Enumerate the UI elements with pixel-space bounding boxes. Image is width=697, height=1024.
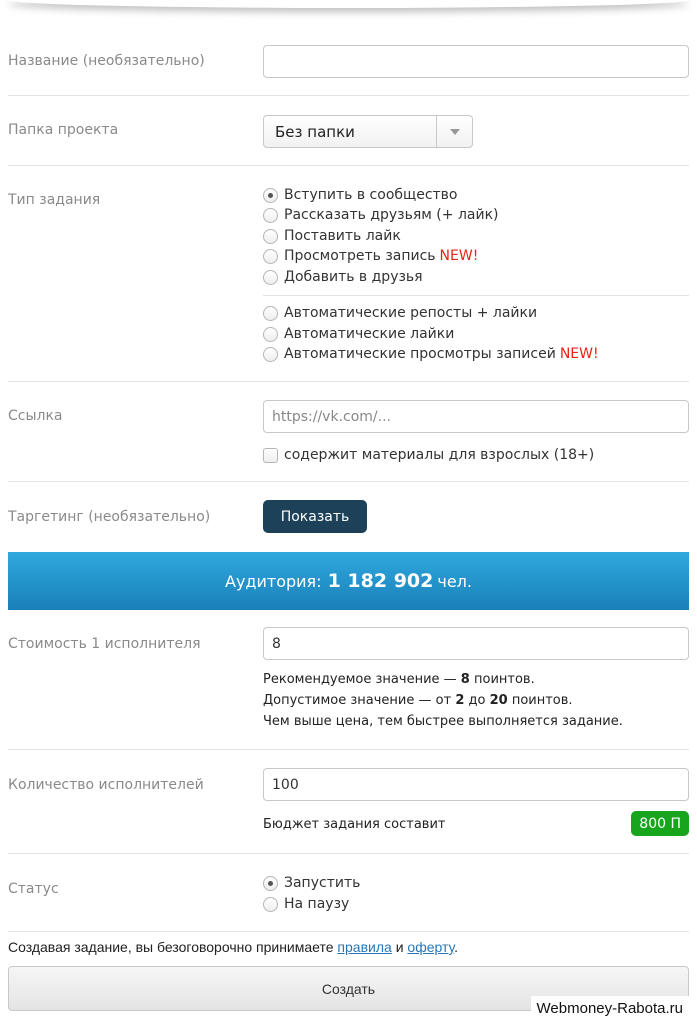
- rules-link[interactable]: правила: [337, 939, 391, 955]
- budget-label: Бюджет задания составит: [263, 817, 446, 832]
- row-project-folder: Папка проекта Без папки: [8, 96, 689, 166]
- terms-and: и: [395, 939, 404, 955]
- offer-link[interactable]: оферту: [407, 939, 454, 955]
- link-input[interactable]: https://vk.com/...: [263, 400, 689, 433]
- chevron-down-icon[interactable]: [436, 116, 472, 147]
- top-panel-shadow: [8, 0, 689, 8]
- radio-icon[interactable]: [263, 875, 278, 891]
- option-label: Поставить лайк: [284, 228, 401, 244]
- targeting-label: Таргетинг (необязательно): [8, 509, 211, 525]
- new-badge: NEW!: [439, 248, 479, 264]
- option-label: Просмотреть запись: [284, 248, 436, 264]
- audience-bar: Аудитория: 1 182 902 чел.: [8, 552, 689, 610]
- row-link: Ссылка https://vk.com/... содержит матер…: [8, 382, 689, 482]
- link-label: Ссылка: [8, 408, 63, 424]
- radio-icon[interactable]: [263, 207, 278, 223]
- radio-icon[interactable]: [263, 305, 278, 321]
- allowed-max: 20: [489, 693, 508, 708]
- recommended-line: Рекомендуемое значение — 8 поинтов.: [263, 669, 623, 690]
- task-type-option-friends[interactable]: Добавить в друзья: [263, 267, 423, 287]
- option-label: На паузу: [284, 896, 350, 912]
- radio-icon[interactable]: [263, 896, 278, 912]
- cost-input[interactable]: 8: [263, 627, 689, 660]
- budget-badge: 800 П: [631, 811, 689, 836]
- option-label: Автоматические репосты + лайки: [284, 305, 538, 321]
- task-type-divider: [263, 295, 689, 296]
- task-type-option-join[interactable]: Вступить в сообщество: [263, 185, 457, 205]
- task-type-option-auto-reposts[interactable]: Автоматические репосты + лайки: [263, 303, 537, 323]
- audience-suffix: чел.: [437, 571, 472, 591]
- allowed-line: Допустимое значение — от 2 до 20 поинтов…: [263, 690, 623, 711]
- radio-icon[interactable]: [263, 269, 278, 285]
- name-input[interactable]: [263, 45, 689, 78]
- status-option-start[interactable]: Запустить: [263, 873, 360, 893]
- cost-help: Рекомендуемое значение — 8 поинтов. Допу…: [263, 669, 623, 732]
- adult-content-label: содержит материалы для взрослых (18+): [284, 447, 595, 463]
- row-cost: Стоимость 1 исполнителя 8 Рекомендуемое …: [8, 610, 689, 750]
- project-folder-label: Папка проекта: [8, 122, 119, 138]
- option-label: Автоматические лайки: [284, 326, 455, 342]
- task-type-label: Тип задания: [8, 192, 101, 208]
- recommended-prefix: Рекомендуемое значение —: [263, 672, 457, 687]
- terms-prefix: Создавая задание, вы безоговорочно прини…: [8, 939, 334, 955]
- allowed-prefix: Допустимое значение — от: [263, 693, 452, 708]
- option-label: Добавить в друзья: [284, 269, 423, 285]
- task-type-option-view[interactable]: Просмотреть запись NEW!: [263, 246, 478, 266]
- task-type-option-auto-views[interactable]: Автоматические просмотры записей NEW!: [263, 344, 599, 364]
- allowed-mid: до: [468, 693, 486, 708]
- row-status: Статус Запустить На паузу: [8, 854, 689, 932]
- option-label: Запустить: [284, 875, 361, 891]
- task-type-option-share[interactable]: Рассказать друзьям (+ лайк): [263, 205, 499, 225]
- audience-prefix: Аудитория:: [225, 571, 322, 591]
- row-targeting: Таргетинг (необязательно) Показать: [8, 482, 689, 552]
- task-type-option-like[interactable]: Поставить лайк: [263, 226, 401, 246]
- project-folder-select[interactable]: Без папки: [263, 115, 473, 148]
- radio-icon[interactable]: [263, 326, 278, 342]
- task-type-option-auto-likes[interactable]: Автоматические лайки: [263, 324, 454, 344]
- row-performers: Количество исполнителей 100 Бюджет задан…: [8, 750, 689, 854]
- status-option-pause[interactable]: На паузу: [263, 894, 349, 914]
- row-task-type: Тип задания Вступить в сообщество Расска…: [8, 166, 689, 382]
- new-badge: NEW!: [559, 346, 599, 362]
- performers-label: Количество исполнителей: [8, 777, 204, 793]
- allowed-min: 2: [455, 693, 465, 708]
- option-label: Автоматические просмотры записей: [284, 346, 556, 362]
- show-targeting-button[interactable]: Показать: [263, 500, 367, 533]
- recommended-value: 8: [460, 672, 470, 687]
- watermark: Webmoney-Rabota.ru: [530, 996, 689, 1020]
- name-label: Название (необязательно): [8, 53, 205, 69]
- allowed-suffix: поинтов.: [511, 693, 573, 708]
- project-folder-value: Без папки: [275, 122, 355, 141]
- performers-input[interactable]: 100: [263, 768, 689, 801]
- terms-end: .: [454, 939, 459, 955]
- radio-icon[interactable]: [263, 346, 278, 362]
- radio-icon[interactable]: [263, 187, 278, 203]
- checkbox-icon[interactable]: [263, 447, 278, 463]
- option-label: Вступить в сообщество: [284, 187, 458, 203]
- recommended-suffix: поинтов.: [473, 672, 535, 687]
- status-label: Статус: [8, 881, 59, 897]
- row-name: Название (необязательно): [8, 28, 689, 96]
- option-label: Рассказать друзьям (+ лайк): [284, 207, 499, 223]
- terms-text: Создавая задание, вы безоговорочно прини…: [8, 939, 458, 955]
- cost-note: Чем выше цена, тем быстрее выполняется з…: [263, 714, 623, 729]
- radio-icon[interactable]: [263, 248, 278, 264]
- cost-label: Стоимость 1 исполнителя: [8, 636, 201, 652]
- audience-count: 1 182 902: [327, 570, 434, 592]
- adult-content-checkbox-row[interactable]: содержит материалы для взрослых (18+): [263, 445, 594, 465]
- radio-icon[interactable]: [263, 228, 278, 244]
